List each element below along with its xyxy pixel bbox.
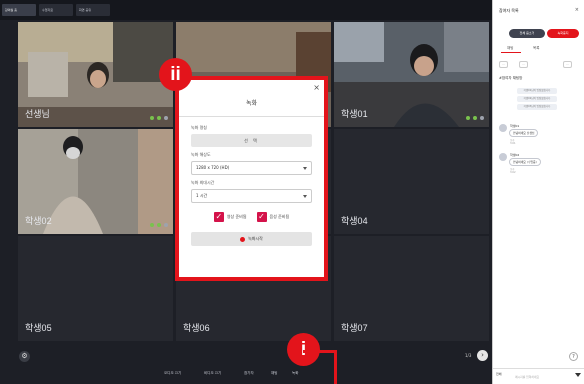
recording-modal-body: × 녹화 녹화 명칭 선 택 녹화 해상도 1280 x 720 (HD) 녹화… bbox=[179, 80, 324, 277]
video-ready-label: 영상 준비됨 bbox=[226, 214, 247, 219]
chat-time: 오후 3:01 bbox=[510, 139, 516, 145]
modal-title: 녹화 bbox=[245, 100, 258, 107]
participant-name: 학생06 bbox=[183, 323, 210, 333]
resolution-label: 녹화 해상도 bbox=[191, 152, 211, 157]
tab-class-home[interactable]: 강의실 홈 bbox=[2, 4, 36, 16]
chat-bubble: 안녕하세요 선생님 bbox=[509, 129, 539, 137]
audio-icon bbox=[150, 116, 154, 120]
resolution-select[interactable]: 1280 x 720 (HD) bbox=[191, 161, 312, 175]
close-icon[interactable]: × bbox=[313, 83, 320, 92]
record-dot-icon bbox=[240, 236, 246, 242]
tile-status-icons bbox=[466, 116, 484, 120]
mute-all-button[interactable]: 전체 음소거 bbox=[509, 29, 545, 38]
participant-panel: 참여자 목록 × 전체 음소거 녹화중지 채팅 목록 ··· ··· ··· #… bbox=[492, 0, 584, 384]
video-icon bbox=[473, 116, 477, 120]
record-button[interactable]: 녹화 bbox=[292, 371, 298, 376]
chat-bubble: 안녕하세요 (수업중) bbox=[509, 158, 541, 166]
mic-icon bbox=[164, 116, 168, 120]
tab-screen-share[interactable]: 화면 공유 bbox=[76, 4, 110, 16]
select-button[interactable]: 선 택 bbox=[191, 134, 312, 147]
send-icon[interactable] bbox=[575, 373, 581, 377]
avatar bbox=[499, 124, 507, 132]
resolution-value: 1280 x 720 (HD) bbox=[196, 165, 230, 170]
chat-input-row: 전체 메시지를 입력하세요 bbox=[493, 368, 584, 384]
video-tile-student05[interactable]: 학생05 bbox=[18, 236, 173, 341]
chevron-down-icon bbox=[303, 195, 307, 198]
panel-mini-button[interactable]: ··· bbox=[563, 61, 572, 68]
max-time-label: 녹화 최대시간 bbox=[191, 180, 215, 185]
page-indicator: 1/3 bbox=[465, 353, 472, 358]
video-icon bbox=[157, 223, 161, 227]
participant-name: 학생02 bbox=[25, 216, 52, 226]
max-time-value: 1 시간 bbox=[196, 193, 208, 198]
recording-name-label: 녹화 명칭 bbox=[191, 125, 207, 130]
tab-list[interactable]: 목록 bbox=[533, 46, 539, 51]
audio-ready-label: 음성 준비됨 bbox=[269, 214, 290, 219]
avatar bbox=[499, 153, 507, 161]
panel-title: 참여자 목록 bbox=[499, 8, 519, 13]
participants-button[interactable]: 참가자 bbox=[244, 371, 254, 376]
active-tab-underline bbox=[501, 52, 521, 53]
tab-bar: 강의실 홈 수업자료 화면 공유 bbox=[0, 0, 492, 20]
chat-target-select[interactable]: 전체 bbox=[496, 372, 502, 376]
video-tile-student07[interactable]: 학생07 bbox=[334, 236, 489, 341]
participant-name: 학생07 bbox=[341, 323, 368, 333]
settings-icon[interactable]: ⚙ bbox=[19, 351, 30, 362]
panel-mini-button[interactable]: ··· bbox=[499, 61, 508, 68]
ready-checks: ✓ 영상 준비됨 ✓ 음성 준비됨 bbox=[191, 212, 312, 222]
chat-sender: 학생01 bbox=[510, 124, 520, 128]
participant-name: 학생04 bbox=[341, 216, 368, 226]
tile-status-icons bbox=[150, 223, 168, 227]
video-tile-teacher[interactable]: 선생님 bbox=[18, 22, 173, 127]
max-time-select[interactable]: 1 시간 bbox=[191, 189, 312, 203]
modal-divider bbox=[179, 116, 324, 117]
mic-icon bbox=[164, 223, 168, 227]
checkmark-icon: ✓ bbox=[256, 212, 267, 222]
participant-name: 학생05 bbox=[25, 323, 52, 333]
chat-sender: 학생02 bbox=[510, 153, 520, 157]
stop-recording-button[interactable]: 녹화중지 bbox=[547, 29, 579, 38]
tab-chat[interactable]: 채팅 bbox=[507, 46, 513, 51]
video-icon bbox=[157, 116, 161, 120]
audio-icon bbox=[150, 223, 154, 227]
checkmark-icon: ✓ bbox=[213, 212, 224, 222]
bottom-toolbar: ⚙ 1/3 › 오디오 끄기 비디오 끄기 참가자 채팅 녹화 bbox=[16, 342, 492, 384]
video-ready-check[interactable]: ✓ 영상 준비됨 bbox=[213, 212, 247, 222]
video-tile-student02[interactable]: 학생02 bbox=[18, 129, 173, 234]
close-icon[interactable]: × bbox=[575, 7, 579, 13]
start-recording-label: 녹화시작 bbox=[248, 236, 263, 241]
video-tile-student01[interactable]: 학생01 bbox=[334, 22, 489, 127]
participant-name: 학생01 bbox=[341, 109, 368, 119]
chat-section-title: #참여자 채팅방 bbox=[499, 76, 523, 80]
system-message: 학생01님이 입장했습니다 bbox=[517, 88, 557, 94]
video-toggle[interactable]: 비디오 끄기 bbox=[204, 371, 221, 376]
chat-input[interactable]: 메시지를 입력하세요 bbox=[515, 375, 539, 379]
help-icon[interactable]: ? bbox=[569, 352, 578, 361]
participant-name: 선생님 bbox=[25, 109, 50, 119]
start-recording-button[interactable]: 녹화시작 bbox=[191, 232, 312, 246]
panel-mini-button[interactable]: ··· bbox=[519, 61, 528, 68]
annotation-marker-ii: ii bbox=[159, 58, 192, 91]
video-tile-student04[interactable]: 학생04 bbox=[334, 129, 489, 234]
chat-time: 오후 3:02 bbox=[510, 168, 516, 174]
mic-icon bbox=[480, 116, 484, 120]
chat-button[interactable]: 채팅 bbox=[271, 371, 277, 376]
system-message: 학생03님이 입장했습니다 bbox=[517, 104, 557, 110]
next-page-button[interactable]: › bbox=[477, 350, 488, 361]
audio-icon bbox=[466, 116, 470, 120]
audio-ready-check[interactable]: ✓ 음성 준비됨 bbox=[256, 212, 290, 222]
tile-status-icons bbox=[150, 116, 168, 120]
app-root: 강의실 홈 수업자료 화면 공유 선생님 학생01 학생02 학생04 학생05… bbox=[0, 0, 584, 384]
audio-toggle[interactable]: 오디오 끄기 bbox=[164, 371, 181, 376]
chevron-down-icon bbox=[303, 167, 307, 170]
tab-materials[interactable]: 수업자료 bbox=[39, 4, 73, 16]
recording-modal: × 녹화 녹화 명칭 선 택 녹화 해상도 1280 x 720 (HD) 녹화… bbox=[175, 76, 328, 281]
system-message: 학생02님이 입장했습니다 bbox=[517, 96, 557, 102]
